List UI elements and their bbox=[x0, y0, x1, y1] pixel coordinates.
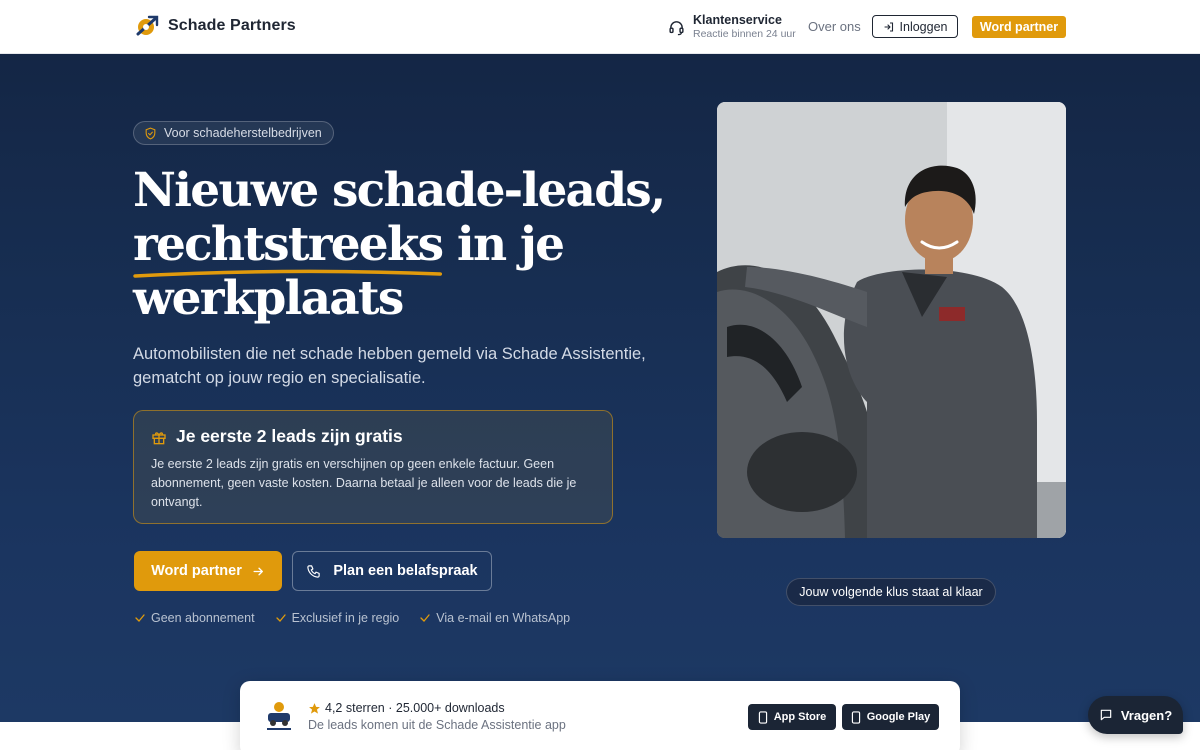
check-icon bbox=[420, 614, 430, 622]
app-store-button[interactable]: App Store bbox=[748, 704, 836, 730]
google-play-button[interactable]: Google Play bbox=[842, 704, 939, 730]
support-title: Klantenservice bbox=[693, 13, 782, 27]
check-icon bbox=[275, 614, 286, 622]
hero-subtitle: Automobilisten die net schade hebben gem… bbox=[133, 345, 646, 387]
app-rating: 4,2 sterren · 25.000+ downloads bbox=[308, 701, 505, 715]
mechanic-illustration bbox=[717, 102, 1066, 538]
headline-line-2-rest: in je bbox=[442, 217, 565, 272]
audience-badge: Voor schadeherstelbedrijven bbox=[133, 121, 334, 145]
chat-button[interactable]: Vragen? bbox=[1088, 696, 1183, 734]
benefit-item: Exclusief in je regio bbox=[275, 611, 399, 625]
login-button[interactable]: Inloggen bbox=[872, 15, 958, 38]
nav-about-link[interactable]: Over ons bbox=[808, 19, 861, 34]
chat-bubble-icon bbox=[1100, 709, 1112, 721]
login-icon bbox=[883, 21, 893, 32]
schedule-call-label: Plan een belafspraak bbox=[333, 563, 478, 579]
app-promo-subtitle: De leads komen uit de Schade Assistentie… bbox=[308, 718, 566, 732]
site-header: Schade Partners Klantenservice Reactie b… bbox=[0, 0, 1200, 54]
app-rating-text: 4,2 sterren · 25.000+ downloads bbox=[325, 701, 505, 715]
check-icon bbox=[135, 614, 145, 622]
login-label: Inloggen bbox=[899, 19, 948, 34]
audience-badge-label: Voor schadeherstelbedrijven bbox=[164, 126, 322, 140]
benefits-list: Geen abonnement Exclusief in je regio Vi… bbox=[134, 611, 570, 625]
photo-caption: Jouw volgende klus staat al klaar bbox=[786, 578, 996, 606]
support-subtitle: Reactie binnen 24 uur bbox=[693, 28, 796, 40]
chat-label: Vragen? bbox=[1120, 707, 1173, 723]
headset-icon bbox=[669, 20, 684, 35]
google-play-label: Google Play bbox=[866, 711, 931, 723]
arrow-right-icon bbox=[253, 567, 263, 575]
customer-service[interactable]: Klantenservice Reactie binnen 24 uur bbox=[668, 13, 796, 41]
phone-device-icon bbox=[758, 710, 767, 724]
schedule-call-button[interactable]: Plan een belafspraak bbox=[292, 551, 492, 591]
schade-assistentie-app-icon bbox=[267, 702, 291, 730]
free-leads-title: Je eerste 2 leads zijn gratis bbox=[151, 426, 403, 447]
shield-check-icon bbox=[145, 127, 156, 140]
headline-line-1: Nieuwe schade-leads, bbox=[133, 163, 666, 218]
become-partner-button[interactable]: Word partner bbox=[134, 551, 282, 591]
phone-device-icon bbox=[851, 710, 860, 724]
brand-logo[interactable]: Schade Partners bbox=[134, 14, 296, 38]
app-promo-bar: 4,2 sterren · 25.000+ downloads De leads… bbox=[240, 681, 960, 750]
brand-name: Schade Partners bbox=[168, 17, 296, 34]
headline-emphasis: rechtstreeks bbox=[133, 218, 444, 278]
free-leads-body: Je eerste 2 leads zijn gratis en verschi… bbox=[151, 457, 577, 509]
brand-logo-icon bbox=[136, 15, 159, 36]
app-store-label: App Store bbox=[773, 711, 827, 723]
hero-headline: Nieuwe schade-leads, rechtstreeks in je … bbox=[133, 164, 693, 326]
benefit-item: Via e-mail en WhatsApp bbox=[419, 611, 570, 625]
star-icon bbox=[309, 702, 320, 714]
underline-swoosh bbox=[133, 269, 443, 278]
free-leads-card: Je eerste 2 leads zijn gratis Je eerste … bbox=[133, 410, 613, 524]
phone-icon bbox=[307, 564, 321, 578]
hero-photo-mechanic bbox=[717, 102, 1066, 538]
headline-line-3: werkplaats bbox=[133, 271, 404, 326]
header-partner-button[interactable]: Word partner bbox=[972, 16, 1066, 38]
become-partner-label: Word partner bbox=[151, 563, 242, 579]
benefit-item: Geen abonnement bbox=[134, 611, 255, 625]
gift-icon bbox=[152, 431, 166, 444]
